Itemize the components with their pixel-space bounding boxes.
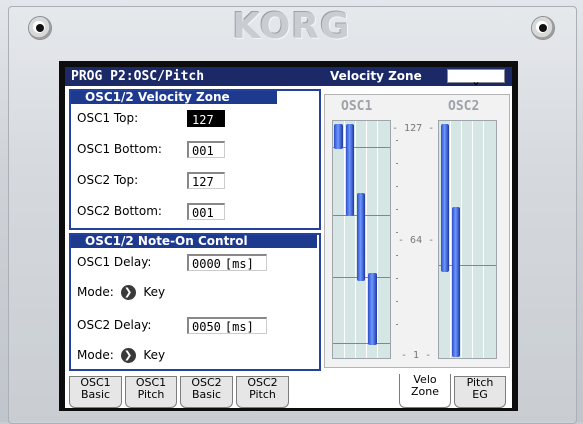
osc1-mode-row: Mode: ❯ Key <box>77 285 165 300</box>
velocity-zone-heading: OSC1/2 Velocity Zone <box>71 91 277 104</box>
graph-divider <box>377 121 378 358</box>
osc1-mode-value[interactable]: Key <box>143 285 165 299</box>
page-menu-button[interactable]: ⌄ <box>447 69 505 88</box>
osc1-delay-value: 0000 <box>192 257 221 271</box>
scale-ticks <box>396 140 398 340</box>
velocity-zone-graph: OSC1 OSC2 - 127 - - 64 - - 1 - <box>324 94 510 368</box>
tab-osc1-pitch[interactable]: OSC1 Pitch <box>125 376 177 408</box>
osc1-delay-unit: [ms] <box>224 257 254 271</box>
osc1-velocity-bar <box>346 124 354 216</box>
graph-divider <box>483 121 484 358</box>
osc2-mode-label: Mode: <box>77 348 114 362</box>
osc1-delay-label: OSC1 Delay: <box>77 255 152 269</box>
graph-osc1-label: OSC1 <box>341 99 373 114</box>
zone-marker <box>333 343 390 344</box>
graph-divider <box>355 121 356 358</box>
scale-top-label: - 127 - <box>392 123 435 134</box>
osc2-velocity-bar <box>441 124 449 272</box>
note-on-control-heading: OSC1/2 Note-On Control <box>71 235 317 248</box>
osc2-delay-label: OSC2 Delay: <box>77 318 152 332</box>
osc2-graph-area <box>438 120 497 359</box>
osc1-velocity-bar <box>368 273 377 345</box>
osc1-velocity-bar <box>357 193 365 281</box>
chevron-down-icon: ⌄ <box>471 75 481 88</box>
osc2-delay-value: 0050 <box>192 320 221 334</box>
osc1-mode-label: Mode: <box>77 285 114 299</box>
osc1-top-label: OSC1 Top: <box>77 111 139 125</box>
graph-divider <box>450 121 451 358</box>
tab-osc2-basic[interactable]: OSC2 Basic <box>180 376 233 408</box>
osc2-delay-unit: [ms] <box>224 320 254 334</box>
tab-pitch-eg[interactable]: Pitch EG <box>454 376 506 408</box>
graph-divider <box>366 121 367 358</box>
osc2-bottom-field[interactable]: 001 <box>187 203 225 220</box>
graph-divider <box>472 121 473 358</box>
osc1-bottom-label: OSC1 Bottom: <box>77 142 162 156</box>
tab-osc2-pitch[interactable]: OSC2 Pitch <box>236 376 289 408</box>
osc2-top-field[interactable]: 127 <box>187 172 225 189</box>
graph-divider <box>461 121 462 358</box>
osc2-bottom-label: OSC2 Bottom: <box>77 204 162 218</box>
graph-osc2-label: OSC2 <box>448 99 480 114</box>
scale-mid-label: - 64 - <box>398 235 435 246</box>
osc2-delay-field[interactable]: 0050 [ms] <box>187 317 267 334</box>
tab-velo-zone[interactable]: Velo Zone <box>399 374 451 408</box>
osc1-velocity-bar <box>334 124 343 149</box>
osc1-delay-field[interactable]: 0000 [ms] <box>187 254 267 271</box>
title-bar: PROG P2:OSC/Pitch Velocity Zone ⌄ <box>65 67 512 88</box>
osc2-mode-value[interactable]: Key <box>143 348 165 362</box>
osc1-top-field[interactable]: 127 <box>187 110 225 127</box>
velocity-zone-panel: OSC1/2 Velocity Zone OSC1 Top: 127 OSC1 … <box>69 89 321 230</box>
osc1-graph-area <box>332 120 391 359</box>
scale-bottom-label: - 1 - <box>401 350 432 361</box>
brand-logo: KORG <box>232 6 351 47</box>
osc2-mode-arrow-icon[interactable]: ❯ <box>120 348 136 363</box>
tab-osc1-basic[interactable]: OSC1 Basic <box>69 376 122 408</box>
osc2-mode-row: Mode: ❯ Key <box>77 348 165 363</box>
osc1-bottom-field[interactable]: 001 <box>187 141 225 158</box>
graph-divider <box>344 121 345 358</box>
note-on-control-panel: OSC1/2 Note-On Control OSC1 Delay: 0000[… <box>69 233 321 371</box>
page-title: PROG P2:OSC/Pitch <box>71 69 205 84</box>
section-title: Velocity Zone <box>330 69 422 83</box>
lcd-screen: PROG P2:OSC/Pitch Velocity Zone ⌄ OSC1/2… <box>65 67 512 408</box>
osc1-mode-arrow-icon[interactable]: ❯ <box>120 285 136 300</box>
osc2-top-label: OSC2 Top: <box>77 173 139 187</box>
osc2-velocity-bar <box>452 207 460 357</box>
